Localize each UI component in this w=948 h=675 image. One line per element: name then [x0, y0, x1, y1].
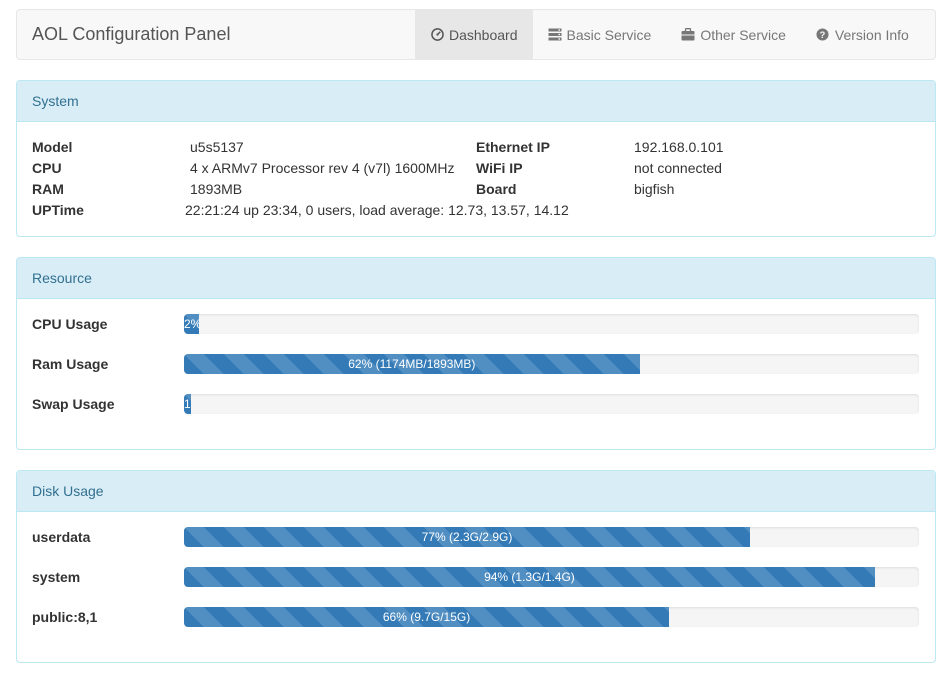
- server-icon: [548, 28, 562, 42]
- disk-userdata-bar: 77% (2.3G/2.9G): [184, 527, 750, 547]
- uptime-label: UPTime: [32, 202, 84, 218]
- system-panel: System Model u5s5137 CPU 4 x ARMv7 Proce…: [16, 80, 936, 237]
- wifi-ip-label: WiFi IP: [476, 160, 523, 176]
- cpu-usage-bar: 2%: [184, 314, 199, 334]
- brand-title[interactable]: AOL Configuration Panel: [32, 24, 230, 45]
- navbar: AOL Configuration Panel Dashboard Basic …: [16, 9, 936, 60]
- nav-other-service-label: Other Service: [700, 26, 786, 43]
- wifi-ip-value: not connected: [634, 160, 722, 176]
- nav-version-info-label: Version Info: [834, 26, 909, 43]
- svg-text:?: ?: [820, 30, 826, 40]
- nav-basic-service[interactable]: Basic Service: [533, 10, 667, 59]
- dashboard-icon: [430, 28, 444, 42]
- resource-panel-title: Resource: [17, 258, 935, 299]
- cpu-value: 4 x ARMv7 Processor rev 4 (v7l) 1600MHz: [190, 160, 455, 176]
- ethernet-ip-label: Ethernet IP: [476, 139, 550, 155]
- nav-other-service[interactable]: Other Service: [666, 10, 801, 59]
- model-value: u5s5137: [190, 139, 244, 155]
- ram-value: 1893MB: [190, 181, 243, 197]
- ram-usage-bar: 62% (1174MB/1893MB): [184, 354, 640, 374]
- board-label: Board: [476, 181, 517, 197]
- swap-usage-bar: 1%: [184, 394, 192, 414]
- disk-userdata-label: userdata: [32, 529, 91, 545]
- system-panel-title: System: [17, 81, 935, 122]
- cpu-usage-label: CPU Usage: [32, 316, 108, 332]
- cpu-usage-progress: 2%: [184, 314, 919, 334]
- board-value: bigfish: [634, 181, 675, 197]
- uptime-value: 22:21:24 up 23:34, 0 users, load average…: [185, 202, 569, 218]
- nav-basic-service-label: Basic Service: [566, 26, 652, 43]
- disk-public-progress: 66% (9.7G/15G): [184, 607, 919, 627]
- ram-label: RAM: [32, 181, 64, 197]
- main-nav: Dashboard Basic Service Other Service ? …: [415, 10, 924, 59]
- disk-public-bar: 66% (9.7G/15G): [184, 607, 670, 627]
- model-label: Model: [32, 139, 73, 155]
- disk-usage-panel: Disk Usage userdata 77% (2.3G/2.9G) syst…: [16, 470, 936, 663]
- ram-usage-progress: 62% (1174MB/1893MB): [184, 354, 919, 374]
- nav-dashboard[interactable]: Dashboard: [415, 10, 533, 59]
- question-circle-icon: ?: [816, 28, 830, 42]
- resource-panel: Resource CPU Usage 2% Ram Usage 62% (117…: [16, 257, 936, 450]
- swap-usage-progress: 1%: [184, 394, 919, 414]
- disk-system-label: system: [32, 569, 81, 585]
- disk-system-progress: 94% (1.3G/1.4G): [184, 567, 919, 587]
- nav-dashboard-label: Dashboard: [449, 26, 518, 43]
- ram-usage-label: Ram Usage: [32, 356, 109, 372]
- nav-version-info[interactable]: ? Version Info: [801, 10, 924, 59]
- ethernet-ip-value: 192.168.0.101: [634, 139, 724, 155]
- disk-public-label: public:8,1: [32, 609, 98, 625]
- briefcase-icon: [681, 28, 695, 42]
- cpu-label: CPU: [32, 160, 62, 176]
- disk-system-bar: 94% (1.3G/1.4G): [184, 567, 875, 587]
- disk-userdata-progress: 77% (2.3G/2.9G): [184, 527, 919, 547]
- swap-usage-label: Swap Usage: [32, 396, 115, 412]
- disk-usage-panel-title: Disk Usage: [17, 471, 935, 512]
